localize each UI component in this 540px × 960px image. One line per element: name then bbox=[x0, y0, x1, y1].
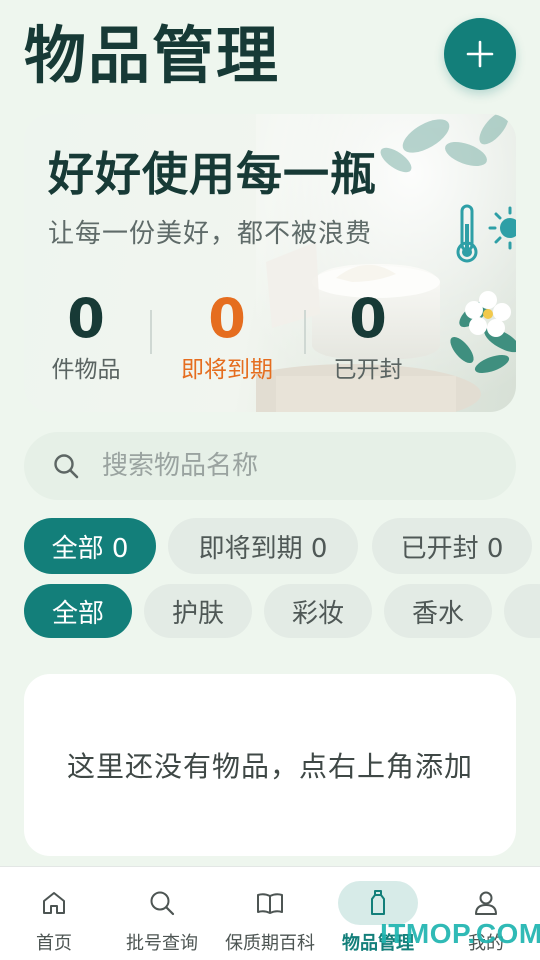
filter-chip-all-status[interactable]: 全部 0 bbox=[24, 518, 156, 574]
plus-icon bbox=[466, 40, 494, 68]
bottle-icon bbox=[371, 890, 385, 915]
filter-chip-expiring[interactable]: 即将到期 0 bbox=[168, 518, 358, 574]
stat-value: 0 bbox=[208, 287, 246, 350]
category-chip-skincare[interactable]: 护肤 bbox=[144, 584, 252, 638]
nav-item-batch-lookup[interactable]: 批号查询 bbox=[108, 867, 216, 960]
category-chip-makeup[interactable]: 彩妆 bbox=[264, 584, 372, 638]
search-icon bbox=[150, 891, 175, 916]
category-filter-row: 全部 护肤 彩妆 香水 bbox=[24, 584, 540, 638]
search-icon bbox=[54, 454, 79, 479]
stat-expiring-soon[interactable]: 0 即将到期 bbox=[172, 286, 282, 388]
filter-chip-opened[interactable]: 已开封 0 bbox=[372, 518, 532, 574]
stat-divider bbox=[150, 310, 152, 354]
person-icon bbox=[475, 891, 497, 915]
nav-item-home[interactable]: 首页 bbox=[0, 867, 108, 960]
stat-divider bbox=[304, 310, 306, 354]
nav-item-shelf-life-wiki[interactable]: 保质期百科 bbox=[216, 867, 324, 960]
stat-label: 件物品 bbox=[51, 357, 121, 383]
stat-label: 已开封 bbox=[333, 357, 403, 383]
stat-value: 0 bbox=[67, 287, 105, 350]
hero-title: 好好使用每一瓶 bbox=[48, 147, 377, 201]
stat-total-items[interactable]: 0 件物品 bbox=[31, 286, 141, 388]
site-watermark: ITMOP.COM bbox=[380, 918, 540, 949]
page-title: 物品管理 bbox=[24, 19, 281, 92]
add-item-button[interactable] bbox=[444, 18, 516, 90]
search-input[interactable] bbox=[102, 451, 516, 481]
category-chip-all[interactable]: 全部 bbox=[24, 584, 132, 638]
category-chip-more[interactable] bbox=[504, 584, 540, 638]
stat-value: 0 bbox=[349, 287, 387, 350]
status-filter-row: 全部 0 即将到期 0 已开封 0 bbox=[24, 518, 540, 574]
nav-label: 首页 bbox=[36, 933, 72, 954]
empty-state-message: 这里还没有物品，点右上角添加 bbox=[66, 750, 473, 783]
hero-subtitle: 让每一份美好，都不被浪费 bbox=[48, 219, 373, 249]
home-icon bbox=[43, 892, 65, 914]
search-bar[interactable] bbox=[24, 432, 516, 500]
nav-label: 批号查询 bbox=[126, 933, 198, 954]
book-icon bbox=[257, 893, 283, 914]
empty-state-card: 这里还没有物品，点右上角添加 bbox=[24, 674, 516, 856]
stat-opened[interactable]: 0 已开封 bbox=[313, 286, 423, 388]
stat-label: 即将到期 bbox=[181, 357, 273, 383]
nav-label: 保质期百科 bbox=[225, 933, 315, 954]
hero-banner: 好好使用每一瓶 让每一份美好，都不被浪费 0 件物品 0 即将到期 0 已开封 bbox=[24, 114, 516, 412]
category-chip-perfume[interactable]: 香水 bbox=[384, 584, 492, 638]
